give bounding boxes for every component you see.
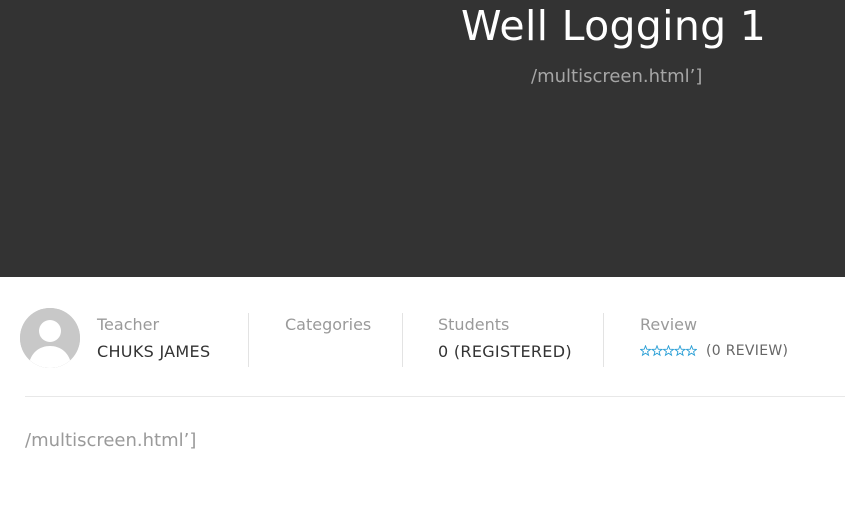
star-outline-icon xyxy=(662,344,675,356)
categories-label: Categories xyxy=(285,315,372,334)
review-info: Review (0 REVIEW) xyxy=(640,315,788,361)
teacher-info: Teacher CHUKS JAMES xyxy=(97,315,210,362)
review-rating: (0 REVIEW) xyxy=(640,340,788,361)
meta-separator xyxy=(248,313,249,367)
meta-separator xyxy=(603,313,604,367)
teacher-label: Teacher xyxy=(97,315,160,334)
course-title: Well Logging 1 xyxy=(461,2,767,50)
categories-info: Categories xyxy=(285,315,371,342)
students-value: 0 (REGISTERED) xyxy=(438,342,572,361)
avatar-placeholder-icon xyxy=(20,308,80,368)
hero-subtitle: /multiscreen.html’] xyxy=(531,66,703,87)
star-outline-icon xyxy=(650,344,664,356)
review-label: Review xyxy=(640,315,698,334)
students-label: Students xyxy=(438,315,510,334)
teacher-name-link[interactable]: CHUKS JAMES xyxy=(97,342,210,362)
teacher-avatar[interactable] xyxy=(20,308,80,368)
meta-separator xyxy=(402,313,403,367)
rating-stars xyxy=(640,344,697,356)
star-outline-icon xyxy=(673,344,687,356)
course-description: /multiscreen.html’] xyxy=(25,430,197,451)
course-meta: Teacher CHUKS JAMES Categories Students … xyxy=(0,277,845,397)
course-hero: Well Logging 1 /multiscreen.html’] xyxy=(0,0,845,277)
star-outline-icon xyxy=(640,344,652,356)
content-divider xyxy=(25,396,845,397)
students-info: Students 0 (REGISTERED) xyxy=(438,315,572,362)
review-count: (0 REVIEW) xyxy=(706,342,789,359)
star-outline-icon xyxy=(685,344,697,356)
